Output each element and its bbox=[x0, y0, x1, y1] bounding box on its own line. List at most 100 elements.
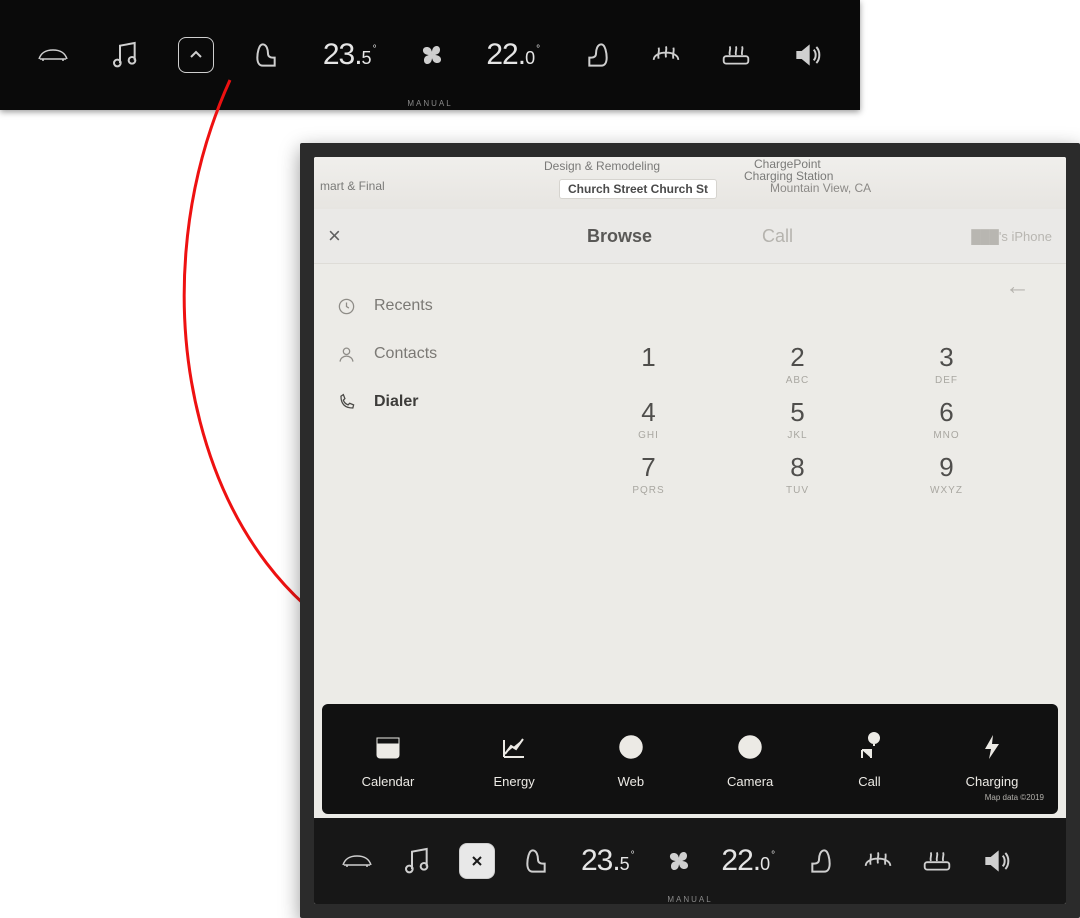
sidebar-item-dialer[interactable]: Dialer bbox=[314, 378, 529, 426]
fan-icon[interactable] bbox=[663, 845, 695, 877]
key-digit: 2 bbox=[748, 342, 847, 373]
app-energy[interactable]: Energy bbox=[494, 730, 535, 789]
key-9[interactable]: 9 WXYZ bbox=[897, 452, 996, 497]
sidebar-item-label: Recents bbox=[374, 297, 433, 315]
app-label: Calendar bbox=[362, 774, 415, 789]
top-climate-bar: 23.5° 22.0° MANUAL bbox=[0, 0, 860, 110]
key-digit: 8 bbox=[748, 452, 847, 483]
key-letters: ABC bbox=[748, 375, 847, 387]
key-digit: 5 bbox=[748, 397, 847, 428]
seat-heat-right-icon[interactable] bbox=[803, 845, 835, 877]
person-icon bbox=[336, 344, 356, 364]
screen: mart & Final Design & Remodeling ChargeP… bbox=[314, 157, 1066, 904]
app-call[interactable]: Call bbox=[852, 730, 886, 789]
sidebar-item-contacts[interactable]: Contacts bbox=[314, 330, 529, 378]
defrost-front-icon[interactable] bbox=[650, 39, 682, 71]
key-letters: TUV bbox=[748, 485, 847, 497]
sidebar-item-label: Dialer bbox=[374, 393, 418, 411]
temp-left[interactable]: 23.5° bbox=[323, 38, 378, 72]
app-label: Energy bbox=[494, 774, 535, 789]
map-preview[interactable]: mart & Final Design & Remodeling ChargeP… bbox=[314, 157, 1066, 209]
key-letters: DEF bbox=[897, 375, 996, 387]
globe-icon bbox=[614, 730, 648, 764]
key-7[interactable]: 7 PQRS bbox=[599, 452, 698, 497]
music-icon[interactable] bbox=[108, 39, 140, 71]
key-5[interactable]: 5 JKL bbox=[748, 397, 847, 442]
bottom-climate-bar: 23.5° 22.0° MANUAL bbox=[314, 818, 1066, 904]
key-digit: 4 bbox=[599, 397, 698, 428]
key-digit: 7 bbox=[599, 452, 698, 483]
map-location: Mountain View, CA bbox=[770, 181, 871, 195]
temp-right-dec: 0 bbox=[525, 48, 534, 69]
sidebar-item-recents[interactable]: Recents bbox=[314, 282, 529, 330]
tab-browse[interactable]: Browse bbox=[587, 226, 652, 247]
key-6[interactable]: 6MNO bbox=[897, 397, 996, 442]
key-2[interactable]: 2 ABC bbox=[748, 342, 847, 387]
seat-heat-left-icon[interactable] bbox=[522, 845, 554, 877]
temp-left[interactable]: 23.5° bbox=[581, 844, 636, 878]
key-1[interactable]: 1 bbox=[599, 342, 698, 387]
energy-icon bbox=[497, 730, 531, 764]
temp-right-int: 22 bbox=[721, 844, 752, 878]
map-street-chip: Church Street Church St bbox=[559, 179, 717, 199]
app-camera[interactable]: Camera bbox=[727, 730, 773, 789]
defrost-rear-icon[interactable] bbox=[720, 39, 752, 71]
car-icon[interactable] bbox=[37, 39, 69, 71]
key-digit: 1 bbox=[599, 342, 698, 373]
key-letters: JKL bbox=[748, 430, 847, 442]
key-4[interactable]: 4 GHI bbox=[599, 397, 698, 442]
app-tray: 15 Calendar Energy Web Camera Call bbox=[322, 704, 1058, 814]
temp-right[interactable]: 22.0° bbox=[721, 844, 776, 878]
tab-call[interactable]: Call bbox=[762, 226, 793, 247]
phone-header: × Browse Call ███'s iPhone bbox=[314, 209, 1066, 264]
temp-right-int: 22 bbox=[486, 38, 517, 72]
key-letters: GHI bbox=[599, 430, 698, 442]
defrost-rear-icon[interactable] bbox=[921, 845, 953, 877]
temp-left-int: 23 bbox=[581, 844, 612, 878]
app-label: Web bbox=[618, 774, 645, 789]
seat-heat-right-icon[interactable] bbox=[580, 39, 612, 71]
key-digit: 3 bbox=[897, 342, 996, 373]
climate-mode-label: MANUAL bbox=[314, 895, 1066, 904]
key-letters bbox=[599, 375, 698, 387]
backspace-button[interactable]: ← bbox=[1005, 272, 1030, 301]
key-8[interactable]: 8 TUV bbox=[748, 452, 847, 497]
temp-left-dec: 5 bbox=[620, 854, 629, 875]
key-letters: PQRS bbox=[599, 485, 698, 497]
temp-left-int: 23 bbox=[323, 38, 354, 72]
app-label: Charging bbox=[966, 774, 1019, 789]
temp-right-dec: 0 bbox=[760, 854, 769, 875]
map-copyright: Map data ©2019 bbox=[985, 793, 1044, 802]
temp-right[interactable]: 22.0° bbox=[486, 38, 541, 72]
app-tray-toggle[interactable] bbox=[178, 37, 214, 73]
defrost-front-icon[interactable] bbox=[862, 845, 894, 877]
touchscreen: mart & Final Design & Remodeling ChargeP… bbox=[300, 143, 1080, 918]
volume-icon[interactable] bbox=[791, 39, 823, 71]
fan-icon[interactable] bbox=[416, 39, 448, 71]
temp-left-dec: 5 bbox=[362, 48, 371, 69]
app-label: Camera bbox=[727, 774, 773, 789]
app-label: Call bbox=[858, 774, 880, 789]
music-icon[interactable] bbox=[400, 845, 432, 877]
key-digit: 9 bbox=[897, 452, 996, 483]
sidebar-item-label: Contacts bbox=[374, 345, 437, 363]
app-tray-toggle-close[interactable] bbox=[459, 843, 495, 879]
map-poi: Design & Remodeling bbox=[544, 159, 660, 173]
car-icon[interactable] bbox=[341, 845, 373, 877]
phone-icon bbox=[336, 392, 356, 412]
map-poi: mart & Final bbox=[320, 179, 385, 193]
svg-text:15: 15 bbox=[382, 746, 394, 757]
app-web[interactable]: Web bbox=[614, 730, 648, 789]
key-letters: WXYZ bbox=[897, 485, 996, 497]
clock-icon bbox=[336, 296, 356, 316]
climate-mode-label: MANUAL bbox=[0, 99, 860, 108]
bolt-icon bbox=[975, 730, 1009, 764]
key-3[interactable]: 3 DEF bbox=[897, 342, 996, 387]
app-calendar[interactable]: 15 Calendar bbox=[362, 730, 415, 789]
calendar-icon: 15 bbox=[371, 730, 405, 764]
app-charging[interactable]: Charging bbox=[966, 730, 1019, 789]
call-icon bbox=[852, 730, 886, 764]
seat-heat-left-icon[interactable] bbox=[252, 39, 284, 71]
key-digit: 6 bbox=[897, 397, 996, 428]
volume-icon[interactable] bbox=[980, 845, 1012, 877]
